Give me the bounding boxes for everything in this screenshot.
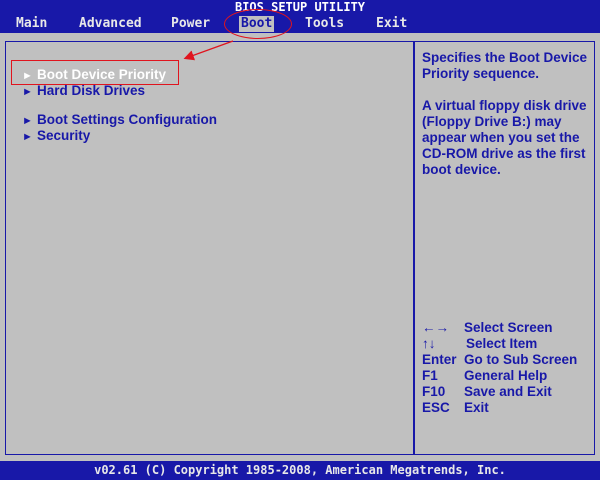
- menu-tab-boot[interactable]: Boot: [239, 16, 275, 32]
- help-description: Specifies the Boot Device Priority seque…: [422, 50, 588, 81]
- option-security[interactable]: ► Security: [22, 128, 90, 145]
- help-note: A virtual floppy disk drive (Floppy Driv…: [422, 98, 587, 177]
- key-name: F1: [422, 368, 438, 383]
- key-name: Enter: [422, 352, 457, 367]
- option-label: Boot Settings Configuration: [37, 112, 217, 127]
- option-hard-disk-drives[interactable]: ► Hard Disk Drives: [22, 83, 145, 100]
- submenu-arrow-icon: ►: [22, 70, 33, 82]
- option-boot-settings-configuration[interactable]: ► Boot Settings Configuration: [22, 112, 217, 129]
- menu-tab-main[interactable]: Main: [16, 16, 47, 32]
- submenu-arrow-icon: ►: [22, 86, 33, 98]
- key-name: ESC: [422, 400, 450, 415]
- key-name: ←→: [422, 320, 449, 335]
- window-title: BIOS SETUP UTILITY: [0, 0, 600, 14]
- key-name: ↑↓: [422, 336, 436, 351]
- option-label: Boot Device Priority: [37, 67, 167, 82]
- menu-bar: Main Advanced Power Boot Tools Exit: [0, 14, 600, 33]
- option-boot-device-priority[interactable]: ► Boot Device Priority: [22, 67, 166, 84]
- help-panel: Specifies the Boot Device Priority seque…: [414, 41, 595, 455]
- menu-tab-power[interactable]: Power: [171, 16, 210, 32]
- options-panel: ► Boot Device Priority ► Hard Disk Drives …: [5, 41, 414, 455]
- menu-tab-exit[interactable]: Exit: [376, 16, 407, 32]
- key-description: Go to Sub Screen: [464, 352, 578, 367]
- key-description: Select Screen: [464, 320, 553, 335]
- option-label: Hard Disk Drives: [37, 83, 146, 98]
- option-label: Security: [37, 128, 91, 143]
- key-description: Select Item: [466, 336, 538, 351]
- menu-tab-advanced[interactable]: Advanced: [79, 16, 142, 32]
- key-description: Exit: [464, 400, 489, 415]
- submenu-arrow-icon: ►: [22, 115, 33, 127]
- menu-tab-tools[interactable]: Tools: [305, 16, 344, 32]
- key-description: Save and Exit: [464, 384, 552, 399]
- submenu-arrow-icon: ►: [22, 131, 33, 143]
- key-description: General Help: [464, 368, 548, 383]
- copyright-footer: v02.61 (C) Copyright 1985-2008, American…: [0, 461, 600, 480]
- key-name: F10: [422, 384, 446, 399]
